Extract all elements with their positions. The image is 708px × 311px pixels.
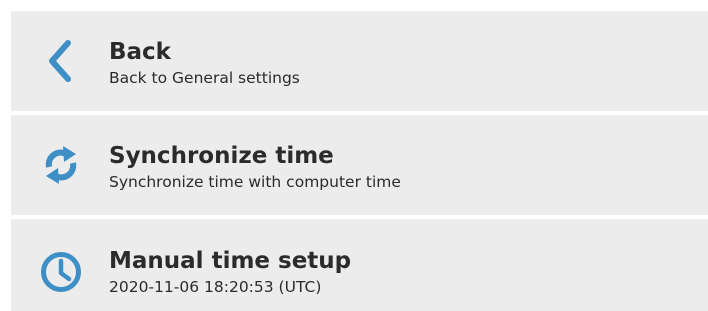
manual-time-setup-menu-item[interactable]: Manual time setup 2020-11-06 18:20:53 (U… [11, 219, 708, 311]
settings-menu: Back Back to General settings Synchroniz… [0, 0, 708, 311]
menu-item-subtitle: Back to General settings [109, 69, 300, 87]
synchronize-time-menu-item[interactable]: Synchronize time Synchronize time with c… [11, 115, 708, 215]
menu-item-title: Synchronize time [109, 143, 334, 169]
sync-icon [37, 141, 85, 189]
back-menu-item[interactable]: Back Back to General settings [11, 11, 708, 111]
clock-icon [37, 248, 85, 296]
chevron-left-icon [37, 37, 85, 85]
current-time-readout: 2020-11-06 18:20:53 (UTC) [109, 278, 322, 296]
menu-item-title: Manual time setup [109, 248, 352, 274]
menu-item-title: Back [109, 39, 171, 65]
menu-item-subtitle: Synchronize time with computer time [109, 173, 401, 191]
